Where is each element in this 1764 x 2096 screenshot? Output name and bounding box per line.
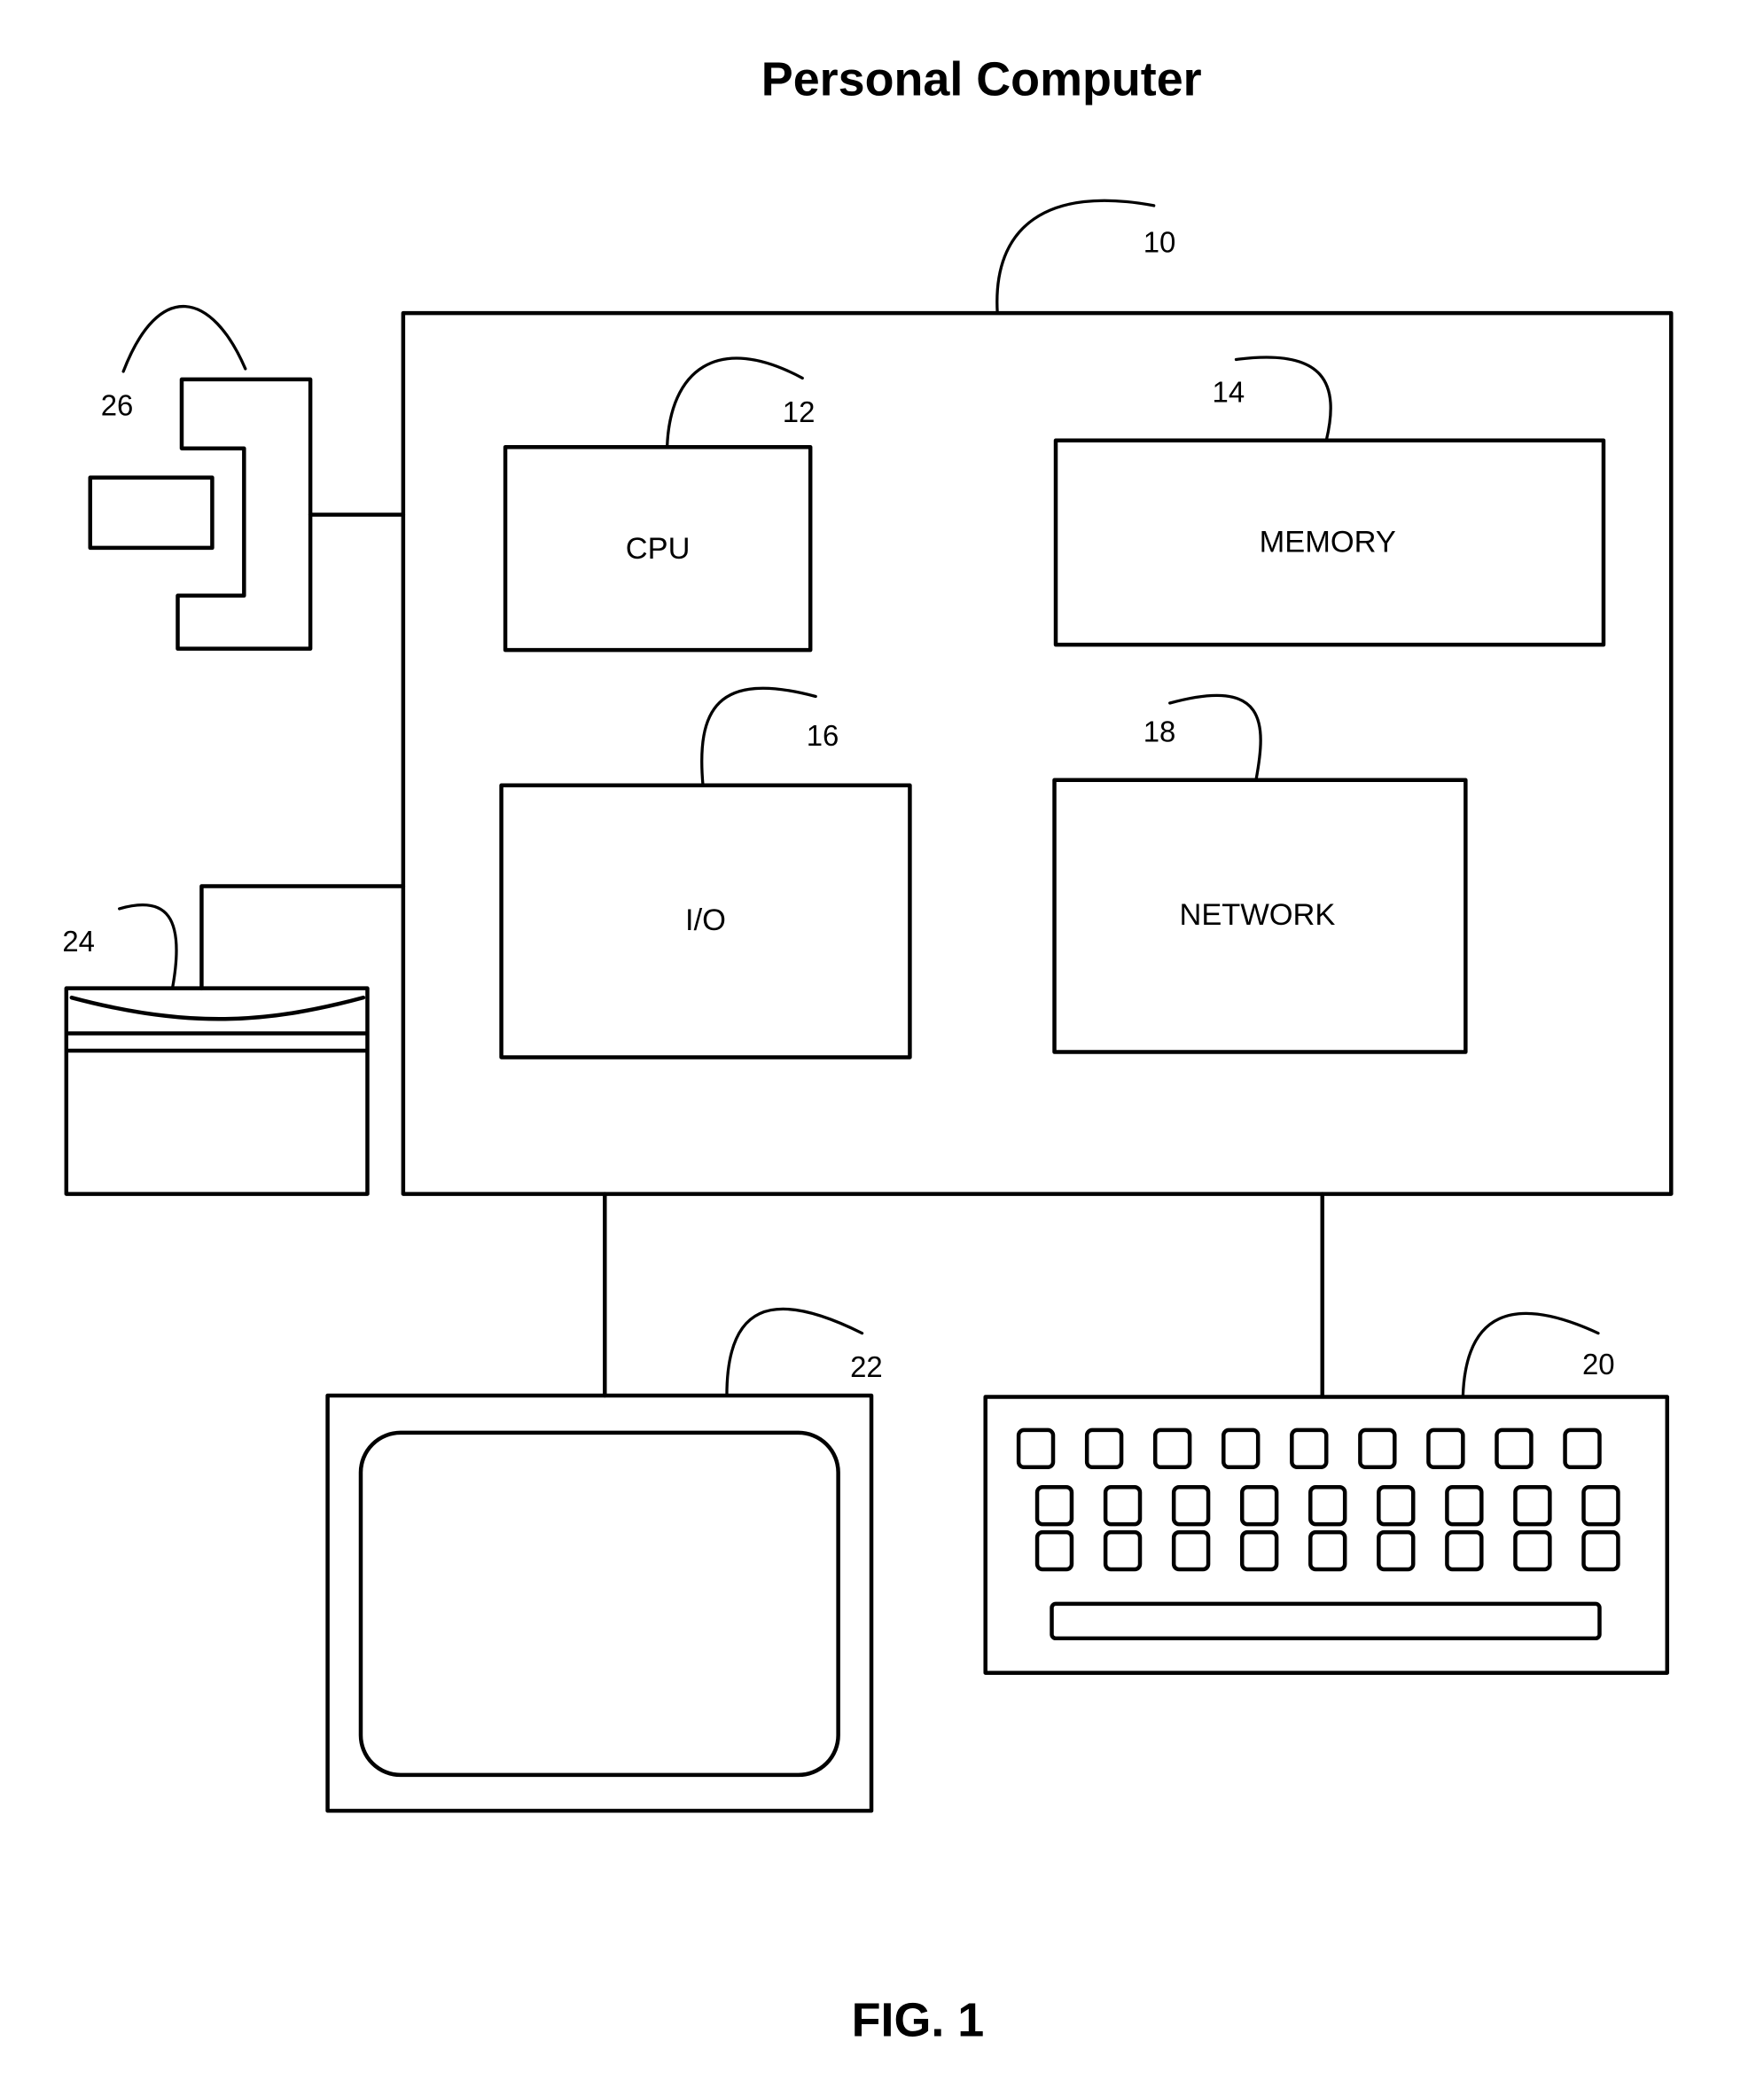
keyboard-key: [1034, 1484, 1074, 1527]
leader-line-22: [725, 1307, 864, 1397]
cpu-block: CPU 12: [503, 356, 816, 653]
media-reader-body: [176, 377, 313, 651]
leader-line-16: [700, 686, 817, 787]
keyboard-key: [1084, 1427, 1124, 1470]
keyboard-key: [1239, 1529, 1279, 1572]
ref-20: 20: [1582, 1348, 1615, 1380]
ref-12: 12: [783, 395, 816, 428]
diagram-title: Personal Computer: [761, 53, 1202, 106]
keyboard-key: [1103, 1484, 1143, 1527]
keyboard-key: [1290, 1427, 1329, 1470]
ref-22: 22: [850, 1350, 883, 1383]
keyboard-key: [1103, 1529, 1143, 1572]
io-label: I/O: [685, 903, 726, 937]
keyboard-keys: [1016, 1427, 1620, 1572]
keyboard-key: [1308, 1484, 1347, 1527]
leader-line-24: [118, 903, 178, 990]
ref-24: 24: [62, 925, 95, 958]
keyboard-key: [1016, 1427, 1056, 1470]
keyboard-spacebar: [1050, 1601, 1602, 1641]
ref-14: 14: [1213, 375, 1245, 408]
ref-18: 18: [1143, 715, 1176, 747]
keyboard: 20: [983, 1192, 1670, 1675]
memory-label: MEMORY: [1260, 525, 1396, 559]
keyboard-key: [1171, 1529, 1211, 1572]
leader-line-14: [1234, 356, 1332, 442]
ref-16: 16: [807, 719, 839, 752]
figure-label: FIG. 1: [852, 1994, 985, 2047]
memory-block: MEMORY 14: [1053, 356, 1606, 647]
monitor-screen: [358, 1430, 840, 1778]
keyboard-key: [1377, 1484, 1416, 1527]
keyboard-key: [1513, 1484, 1552, 1527]
keyboard-key: [1563, 1427, 1602, 1470]
keyboard-key: [1152, 1427, 1192, 1470]
keyboard-key: [1445, 1484, 1484, 1527]
leader-line-20: [1461, 1311, 1600, 1399]
disk-drive: 24: [62, 884, 406, 1196]
media-reader: 26: [88, 304, 406, 651]
leader-line-18: [1168, 693, 1262, 782]
keyboard-key: [1581, 1529, 1620, 1572]
keyboard-key: [1495, 1427, 1534, 1470]
keyboard-key: [1171, 1484, 1211, 1527]
cpu-label: CPU: [626, 532, 691, 566]
keyboard-key: [1239, 1484, 1279, 1527]
keyboard-key: [1358, 1427, 1397, 1470]
computer-unit: 10: [401, 199, 1674, 1196]
leader-line-10: [995, 199, 1156, 315]
leader-line-26: [121, 304, 247, 373]
network-block: NETWORK 18: [1052, 693, 1468, 1054]
media-card: [88, 475, 215, 551]
network-label: NETWORK: [1180, 898, 1336, 932]
diagram-canvas: Personal Computer 10 CPU 12 MEMORY 14 I/…: [62, 53, 1674, 2047]
keyboard-key: [1034, 1529, 1074, 1572]
connector-24: [199, 884, 406, 990]
ref-10: 10: [1143, 225, 1176, 258]
keyboard-key: [1222, 1427, 1261, 1470]
ref-26: 26: [101, 388, 134, 421]
keyboard-key: [1513, 1529, 1552, 1572]
keyboard-key: [1581, 1484, 1620, 1527]
keyboard-key: [1377, 1529, 1416, 1572]
monitor: 22: [325, 1192, 883, 1813]
disk-drive-slot-curve: [69, 995, 366, 1021]
io-block: I/O 16: [499, 686, 912, 1060]
keyboard-key: [1426, 1427, 1465, 1470]
monitor-case: [325, 1393, 874, 1813]
keyboard-key: [1308, 1529, 1347, 1572]
keyboard-key: [1445, 1529, 1484, 1572]
